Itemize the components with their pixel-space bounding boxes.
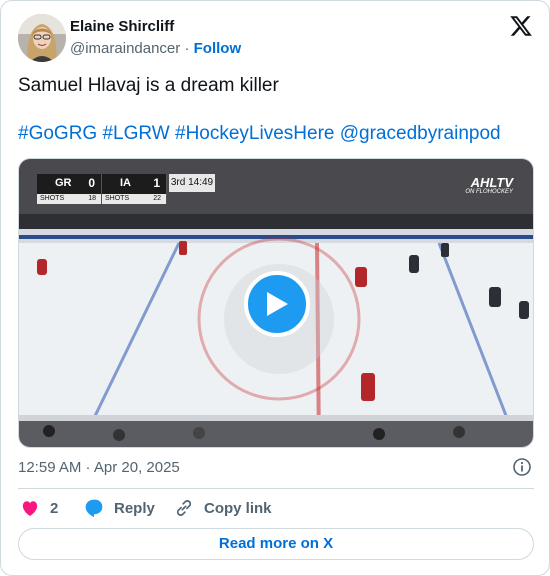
x-logo-icon[interactable] xyxy=(509,14,533,38)
home-shots-label: SHOTS xyxy=(40,195,65,202)
separator-dot: · xyxy=(184,40,190,57)
read-more-button[interactable]: Read more on X xyxy=(18,528,534,560)
game-clock: 3rd 14:49 xyxy=(169,174,215,192)
away-team-abbr: IA xyxy=(120,177,131,189)
broadcaster-sub: ON FLOHOCKEY xyxy=(465,189,513,195)
tweet-timestamp[interactable]: 12:59 AM · Apr 20, 2025 xyxy=(18,459,180,476)
reply-button[interactable]: Reply xyxy=(84,496,155,520)
like-count: 2 xyxy=(50,499,59,517)
hashtag-link[interactable]: #GoGRG xyxy=(18,123,97,144)
away-shots-label: SHOTS xyxy=(105,195,130,202)
tweet-text: Samuel Hlavaj is a dream killer xyxy=(18,75,279,96)
away-team-score: 1 xyxy=(153,176,160,190)
home-team-abbr: GR xyxy=(55,177,72,189)
author-name[interactable]: Elaine Shircliff xyxy=(70,18,174,35)
info-icon[interactable] xyxy=(512,457,532,477)
tweet-card: Elaine Shircliff @imaraindancer · Follow… xyxy=(0,0,550,576)
play-button[interactable] xyxy=(244,271,310,337)
copy-link-label: Copy link xyxy=(204,499,272,517)
copy-link-button[interactable]: Copy link xyxy=(174,496,272,520)
video-player[interactable]: GR 0 SHOTS 18 IA 1 SHOTS 22 3rd 14:49 AH… xyxy=(18,158,534,448)
hashtag-link[interactable]: #LGRW xyxy=(102,123,169,144)
link-icon xyxy=(176,500,192,516)
author-handle[interactable]: @imaraindancer xyxy=(70,40,180,57)
away-shots-value: 22 xyxy=(153,195,161,202)
avatar-image xyxy=(18,14,66,62)
mention-link[interactable]: @gracedbyrainpod xyxy=(340,123,501,144)
scoreboard-away: IA 1 SHOTS 22 xyxy=(102,174,167,204)
heart-icon xyxy=(22,501,38,516)
home-team-score: 0 xyxy=(88,176,95,190)
tweet-hashtags: #GoGRG #LGRW #HockeyLivesHere @gracedbyr… xyxy=(18,122,534,146)
reply-bubble-icon xyxy=(85,499,103,518)
author-handle-row: @imaraindancer · Follow xyxy=(70,40,241,57)
hashtag-link[interactable]: #HockeyLivesHere xyxy=(175,123,334,144)
scoreboard: GR 0 SHOTS 18 IA 1 SHOTS 22 3rd 14:49 xyxy=(37,174,215,204)
scoreboard-home: GR 0 SHOTS 18 xyxy=(37,174,102,204)
like-button[interactable]: 2 xyxy=(20,496,58,520)
avatar[interactable] xyxy=(18,14,66,62)
follow-button[interactable]: Follow xyxy=(194,40,242,57)
reply-label: Reply xyxy=(114,499,155,517)
broadcaster-logo: AHLTV xyxy=(470,175,513,190)
divider xyxy=(18,488,534,489)
play-icon xyxy=(267,292,288,316)
home-shots-value: 18 xyxy=(88,195,96,202)
